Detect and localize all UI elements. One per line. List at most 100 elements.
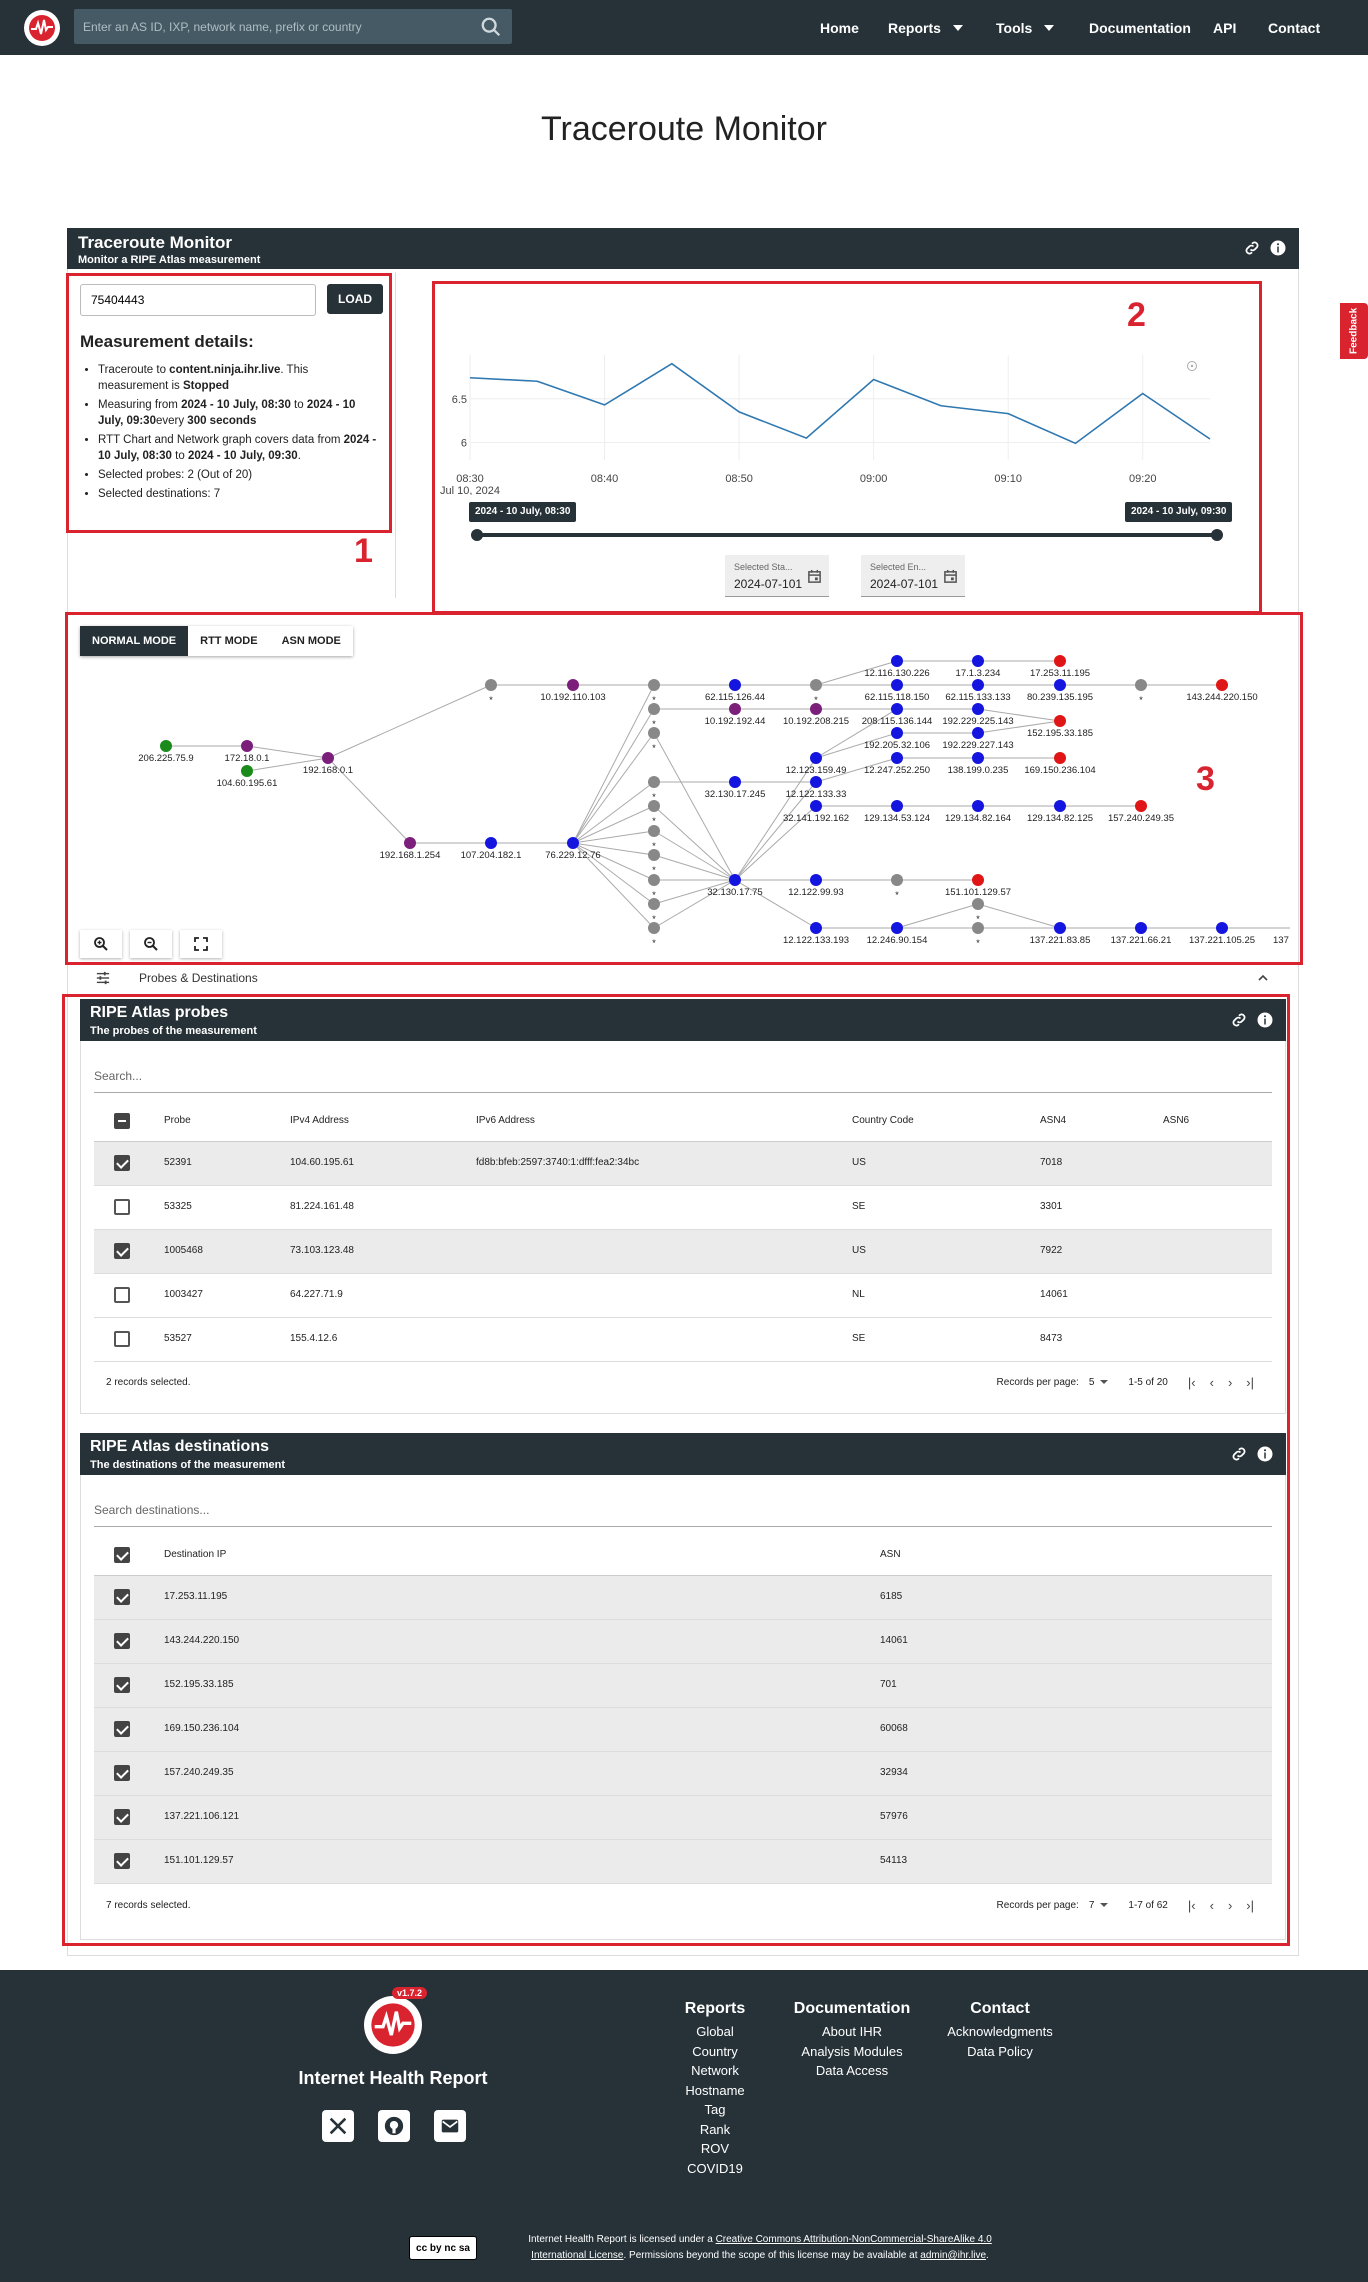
row-checkbox[interactable]: [114, 1765, 130, 1781]
column-header[interactable]: Probe: [164, 1100, 191, 1142]
table-row[interactable]: 157.240.249.35 32934: [94, 1752, 1272, 1796]
graph-node[interactable]: [891, 655, 903, 667]
calendar-icon[interactable]: [807, 569, 822, 584]
graph-node[interactable]: [1054, 679, 1066, 691]
link-icon[interactable]: [1243, 239, 1261, 257]
graph-node[interactable]: [1054, 715, 1066, 727]
zoom-out-button[interactable]: [130, 930, 172, 958]
column-header[interactable]: IPv6 Address: [476, 1100, 535, 1142]
footer-link[interactable]: ROV: [674, 2139, 756, 2159]
info-icon[interactable]: [1269, 239, 1287, 257]
github-link[interactable]: [378, 2110, 410, 2142]
column-header[interactable]: Destination IP: [164, 1534, 226, 1576]
graph-node[interactable]: [891, 752, 903, 764]
graph-node[interactable]: [972, 727, 984, 739]
footer-link[interactable]: Rank: [674, 2120, 756, 2140]
footer-link[interactable]: COVID19: [674, 2159, 756, 2179]
graph-node[interactable]: [322, 752, 334, 764]
ihr-logo[interactable]: [24, 10, 60, 46]
graph-node[interactable]: [567, 679, 579, 691]
graph-node[interactable]: [485, 837, 497, 849]
rtt-chart[interactable]: 08:30 08:40 08:50 09:00 09:10 09:20 Jul 10, 20…: [440, 350, 1220, 495]
graph-node[interactable]: [648, 898, 660, 910]
graph-node[interactable]: [1054, 655, 1066, 667]
footer-link[interactable]: About IHR: [790, 2022, 914, 2042]
graph-node[interactable]: [648, 825, 660, 837]
graph-node[interactable]: [648, 703, 660, 715]
nav-reports[interactable]: Reports: [888, 0, 963, 55]
row-checkbox[interactable]: [114, 1589, 130, 1605]
footer-link[interactable]: Country: [674, 2042, 756, 2062]
table-row[interactable]: 52391 104.60.195.61 fd8b:bfeb:2597:3740:1:…: [94, 1142, 1272, 1186]
footer-link[interactable]: Tag: [674, 2100, 756, 2120]
column-header[interactable]: IPv4 Address: [290, 1100, 349, 1142]
graph-node[interactable]: [160, 740, 172, 752]
x-twitter-link[interactable]: [322, 2110, 354, 2142]
row-checkbox[interactable]: [114, 1331, 130, 1347]
first-page-icon[interactable]: |‹: [1188, 1898, 1196, 1913]
next-page-icon[interactable]: ›: [1228, 1898, 1232, 1913]
feedback-tab[interactable]: Feedback: [1340, 303, 1368, 359]
cc-license-badge[interactable]: cc by nc sa: [409, 2236, 477, 2260]
last-page-icon[interactable]: ›|: [1246, 1898, 1254, 1913]
graph-node[interactable]: [1216, 679, 1228, 691]
row-checkbox[interactable]: [114, 1721, 130, 1737]
nav-tools[interactable]: Tools: [996, 0, 1055, 55]
footer-link[interactable]: Hostname: [674, 2081, 756, 2101]
records-per-page-select[interactable]: 5: [1089, 1377, 1109, 1388]
link-icon[interactable]: [1230, 1445, 1248, 1463]
time-slider-track[interactable]: [477, 533, 1217, 537]
row-checkbox[interactable]: [114, 1155, 130, 1171]
next-page-icon[interactable]: ›: [1228, 1375, 1232, 1390]
info-icon[interactable]: [1256, 1011, 1274, 1029]
nav-api[interactable]: API: [1213, 0, 1236, 55]
select-all-checkbox[interactable]: [114, 1547, 130, 1563]
graph-node[interactable]: [891, 800, 903, 812]
select-all-checkbox[interactable]: [114, 1113, 130, 1129]
graph-node[interactable]: [810, 776, 822, 788]
column-header[interactable]: ASN4: [1040, 1100, 1066, 1142]
graph-node[interactable]: [891, 922, 903, 934]
footer-link[interactable]: Data Access: [790, 2061, 914, 2081]
nav-home[interactable]: Home: [820, 0, 859, 55]
graph-node[interactable]: [810, 800, 822, 812]
graph-node[interactable]: [972, 898, 984, 910]
footer-link[interactable]: Data Policy: [940, 2042, 1060, 2062]
row-checkbox[interactable]: [114, 1809, 130, 1825]
graph-node[interactable]: [648, 679, 660, 691]
probes-destinations-toggle[interactable]: Probes & Destinations: [67, 965, 1299, 991]
table-row[interactable]: 143.244.220.150 14061: [94, 1620, 1272, 1664]
graph-node[interactable]: [1135, 922, 1147, 934]
graph-node[interactable]: [972, 655, 984, 667]
prev-page-icon[interactable]: ‹: [1210, 1375, 1214, 1390]
graph-node[interactable]: [648, 849, 660, 861]
graph-node[interactable]: [891, 679, 903, 691]
table-row[interactable]: 1005468 73.103.123.48 US 7922: [94, 1230, 1272, 1274]
footer-link[interactable]: Global: [674, 2022, 756, 2042]
graph-node[interactable]: [729, 874, 741, 886]
graph-node[interactable]: [648, 800, 660, 812]
graph-node[interactable]: [810, 679, 822, 691]
footer-logo[interactable]: [364, 1996, 422, 2054]
graph-node[interactable]: [241, 765, 253, 777]
graph-node[interactable]: [972, 703, 984, 715]
column-header[interactable]: Country Code: [852, 1100, 914, 1142]
link-icon[interactable]: [1230, 1011, 1248, 1029]
records-per-page-select[interactable]: 7: [1089, 1900, 1109, 1911]
graph-node[interactable]: [729, 776, 741, 788]
graph-node[interactable]: [567, 837, 579, 849]
graph-node[interactable]: [1135, 800, 1147, 812]
search-input[interactable]: [74, 19, 464, 34]
footer-link[interactable]: Acknowledgments: [940, 2022, 1060, 2042]
chevron-up-icon[interactable]: [1257, 973, 1269, 983]
graph-node[interactable]: [972, 922, 984, 934]
table-row[interactable]: 152.195.33.185 701: [94, 1664, 1272, 1708]
last-page-icon[interactable]: ›|: [1246, 1375, 1254, 1390]
fullscreen-button[interactable]: [180, 930, 222, 958]
graph-node[interactable]: [810, 874, 822, 886]
info-icon[interactable]: [1256, 1445, 1274, 1463]
calendar-icon[interactable]: [943, 569, 958, 584]
refresh-icon[interactable]: [1186, 360, 1198, 372]
graph-node[interactable]: [648, 874, 660, 886]
table-row[interactable]: 53325 81.224.161.48 SE 3301: [94, 1186, 1272, 1230]
